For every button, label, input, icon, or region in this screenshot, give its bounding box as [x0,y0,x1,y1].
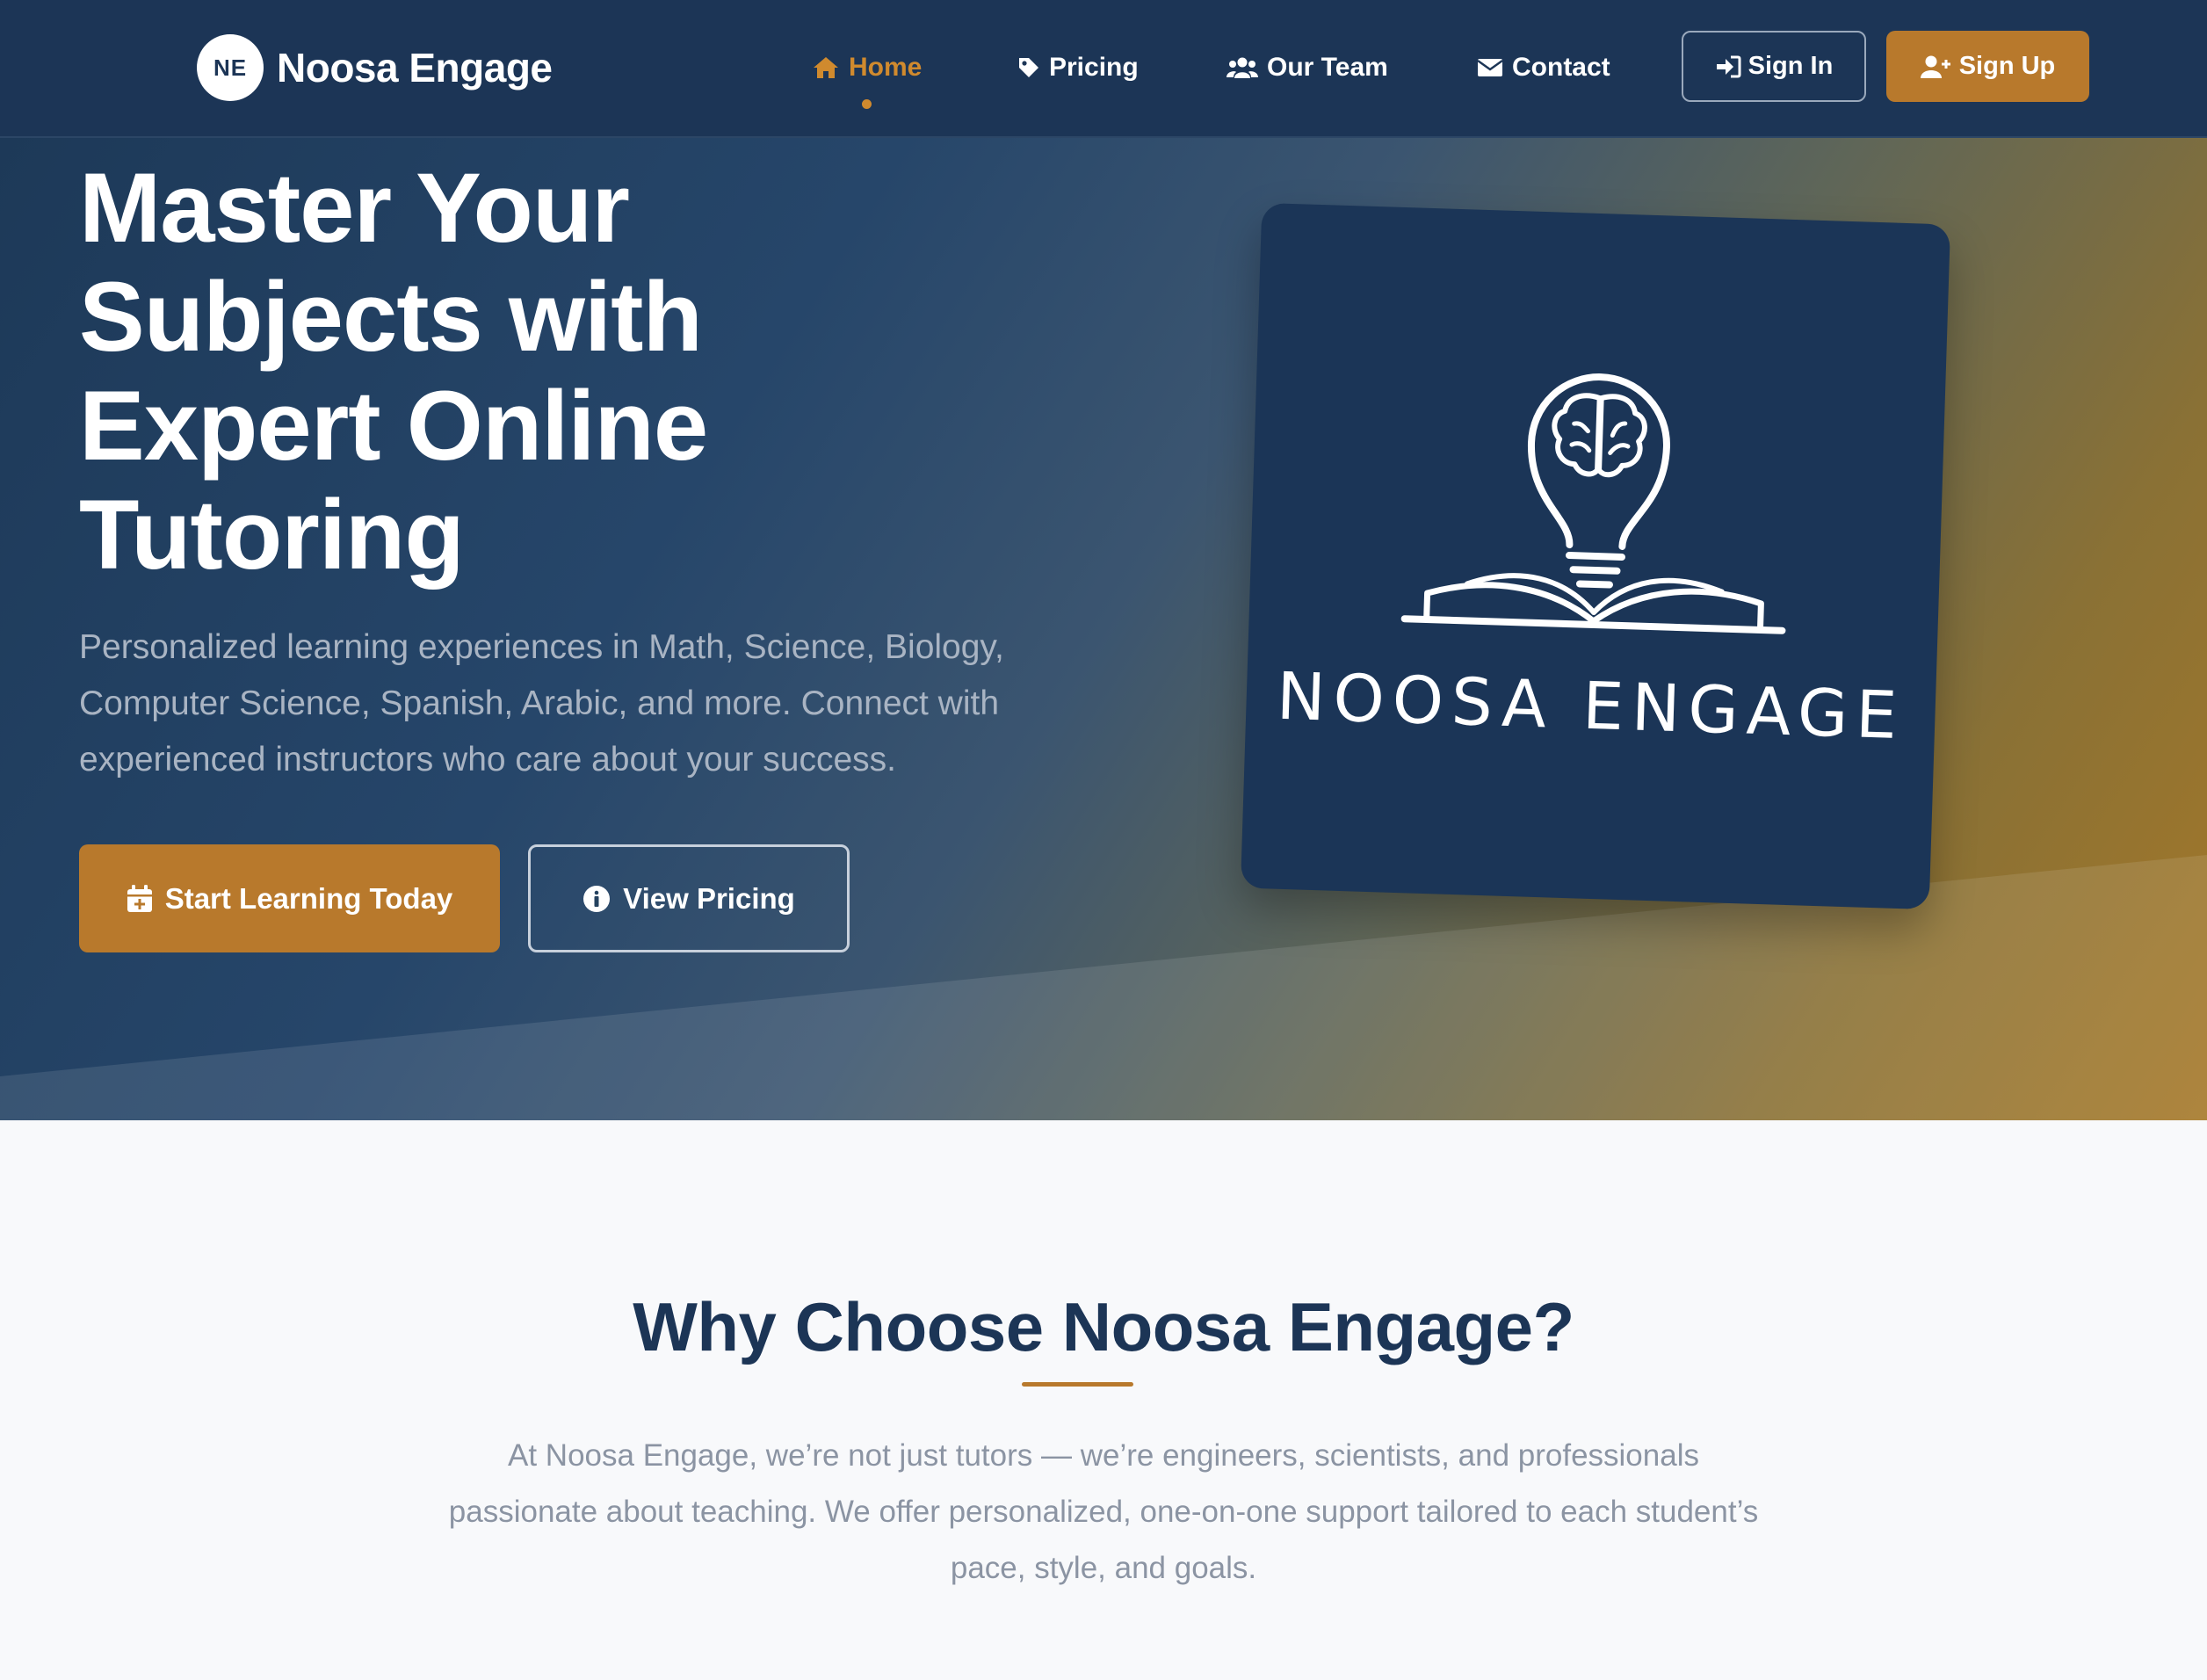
nav-pricing-label: Pricing [1049,53,1139,82]
nav-contact[interactable]: Contact [1477,46,1610,90]
why-description: At Noosa Engage, we’re not just tutors —… [448,1438,1759,1585]
view-pricing-label: View Pricing [623,881,795,915]
sign-in-label: Sign In [1748,52,1834,80]
logo-card: NOOSA ENGAGE [1240,202,1951,910]
start-learning-button[interactable]: Start Learning Today [79,844,500,952]
calendar-plus-icon [127,884,152,912]
lightbulb-brain-book-icon [1400,373,1786,634]
brand-badge: NE [197,34,264,101]
sign-in-button[interactable]: Sign In [1682,31,1866,102]
home-icon [814,57,838,78]
nav-team[interactable]: Our Team [1227,46,1388,90]
start-learning-label: Start Learning Today [164,881,453,915]
user-plus-icon [1920,55,1950,78]
why-section: Why Choose Noosa Engage? At Noosa Engage… [0,1120,2207,1680]
navbar: NE Noosa Engage Home Pricing Our Team Co… [0,0,2207,138]
envelope-icon [1477,59,1503,76]
sign-up-button[interactable]: Sign Up [1886,31,2089,102]
hero-section: Master Your Subjects with Expert Online … [0,138,2207,1120]
info-circle-icon [583,885,611,912]
tag-icon [1019,58,1038,77]
nav-home-label: Home [849,53,923,82]
brand-name: Noosa Engage [277,45,553,91]
nav-contact-label: Contact [1512,53,1610,82]
sign-up-label: Sign Up [1958,52,2056,80]
why-title: Why Choose Noosa Engage? [633,1288,1574,1365]
logo-wordmark: NOOSA ENGAGE [1275,658,1907,755]
hero-subtitle: Personalized learning experiences in Mat… [79,628,1004,778]
hero-title: Master Your Subjects with Expert Online … [79,153,708,590]
nav-pricing[interactable]: Pricing [1017,46,1139,90]
nav-home[interactable]: Home [812,46,922,90]
brand-logo-link[interactable]: NE Noosa Engage [197,33,553,102]
view-pricing-button[interactable]: View Pricing [528,844,850,952]
active-indicator [862,99,872,109]
users-icon [1227,57,1258,78]
sign-in-icon [1716,55,1741,77]
nav-team-label: Our Team [1267,53,1388,82]
title-underline [1022,1382,1133,1387]
